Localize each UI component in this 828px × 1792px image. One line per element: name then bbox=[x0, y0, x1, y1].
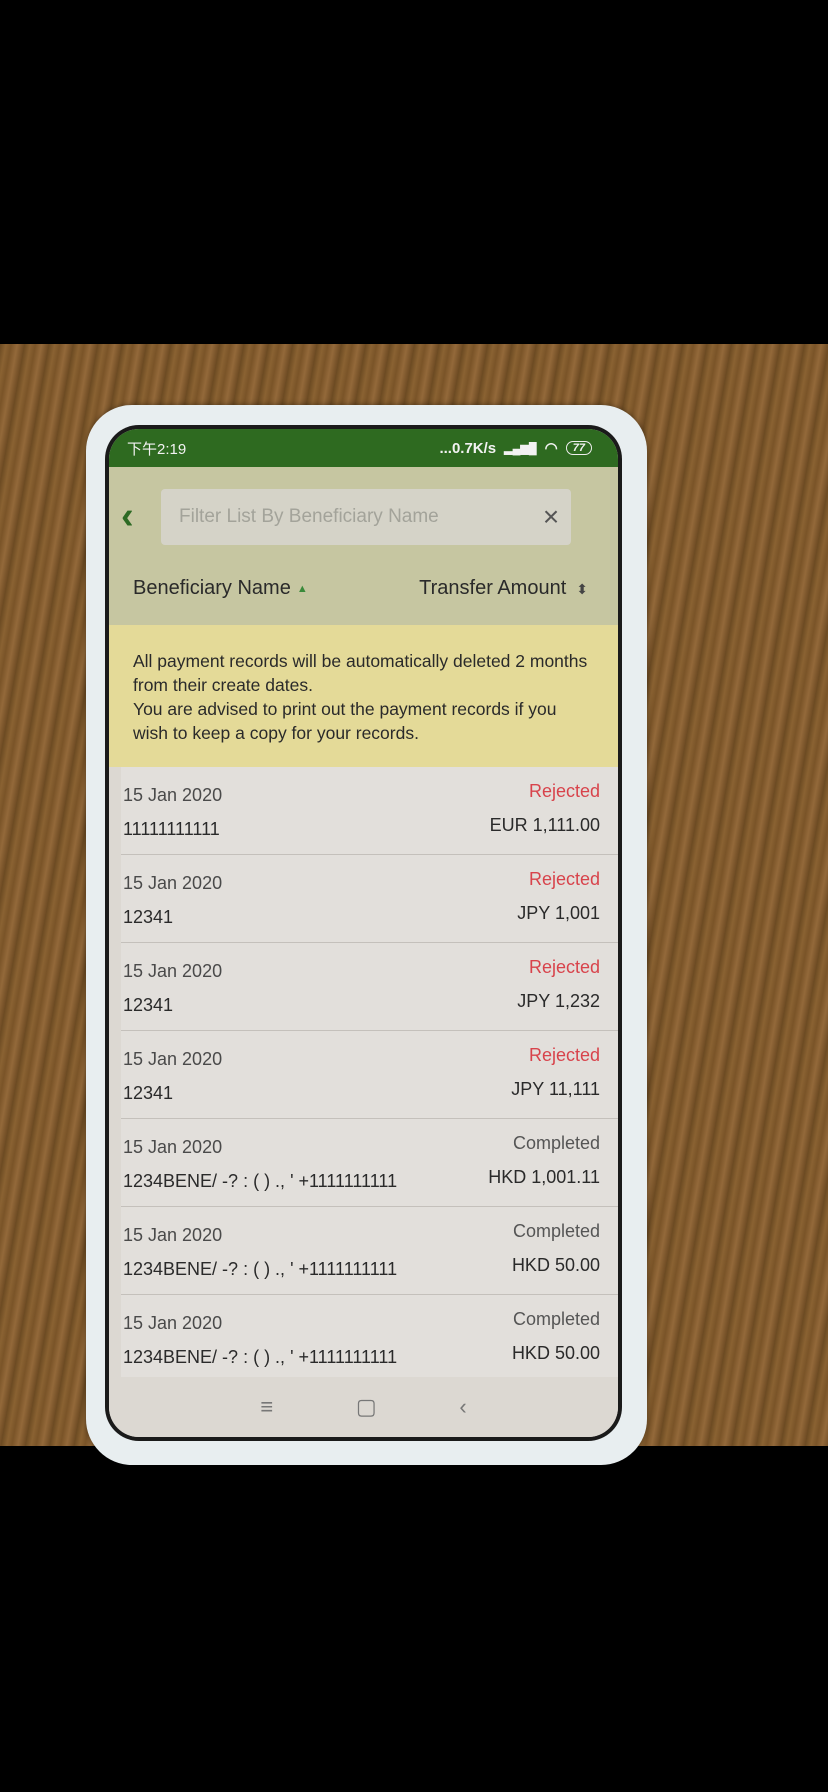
column-label: Transfer Amount bbox=[419, 577, 567, 599]
record-status: Rejected bbox=[528, 869, 600, 889]
record-amount: EUR 1,111.00 bbox=[489, 815, 600, 835]
sort-icon: ⬍ bbox=[576, 581, 588, 597]
record-date: 15 Jan 2020 bbox=[123, 1225, 223, 1245]
notice-line: You are advised to print out the payment… bbox=[133, 699, 557, 743]
record-date: 15 Jan 2020 bbox=[123, 785, 223, 805]
record-status: Rejected bbox=[528, 781, 600, 801]
sort-beneficiary-name[interactable]: Beneficiary Name ▲ bbox=[133, 577, 308, 600]
back-button[interactable]: ‹ bbox=[121, 495, 134, 538]
menu-icon[interactable]: ≡ bbox=[260, 1394, 273, 1420]
notice-banner: All payment records will be automaticall… bbox=[109, 625, 618, 767]
wifi-icon: ◠ bbox=[544, 440, 558, 457]
record-status: Rejected bbox=[528, 957, 600, 977]
status-time: 下午2:19 bbox=[127, 440, 187, 458]
column-label: Beneficiary Name bbox=[133, 577, 291, 599]
record-date: 15 Jan 2020 bbox=[123, 1049, 223, 1069]
record-status: Completed bbox=[512, 1221, 600, 1241]
record-beneficiary: 12341 bbox=[123, 1083, 174, 1103]
record-date: 15 Jan 2020 bbox=[123, 1137, 223, 1157]
record-row[interactable]: 15 Jan 2020 Rejected 11111111111 EUR 1,111.… bbox=[121, 767, 618, 855]
sort-transfer-amount[interactable]: Transfer Amount ⬍ bbox=[419, 577, 588, 600]
record-row[interactable]: 15 Jan 2020 Completed 1234BENE/ -? : ( ) .… bbox=[121, 1119, 618, 1207]
home-icon[interactable]: ▢ bbox=[356, 1394, 377, 1420]
back-nav-icon[interactable]: ‹ bbox=[459, 1394, 466, 1420]
record-amount: HKD 50.00 bbox=[511, 1255, 600, 1275]
record-amount: HKD 1,001.11 bbox=[488, 1167, 600, 1187]
battery-icon: 77 bbox=[565, 441, 592, 455]
notice-line: All payment records will be automaticall… bbox=[133, 651, 588, 695]
close-icon[interactable]: × bbox=[531, 501, 571, 533]
signal-icon: ▂▄▆█ bbox=[504, 442, 537, 455]
record-date: 15 Jan 2020 bbox=[123, 961, 223, 981]
phone-screen: 下午2:19 ...0.7K/s ▂▄▆█ ◠ 77 ‹ × Beneficia… bbox=[105, 425, 622, 1441]
record-amount: JPY 1,232 bbox=[517, 991, 600, 1011]
record-amount: JPY 1,001 bbox=[517, 903, 600, 923]
record-date: 15 Jan 2020 bbox=[123, 1313, 223, 1333]
record-amount: HKD 50.00 bbox=[511, 1343, 600, 1363]
record-row[interactable]: 15 Jan 2020 Rejected 12341 JPY 1,001 bbox=[121, 855, 618, 943]
records-list: 15 Jan 2020 Rejected 11111111111 EUR 1,111.… bbox=[109, 767, 618, 1383]
status-bar: 下午2:19 ...0.7K/s ▂▄▆█ ◠ 77 bbox=[109, 429, 618, 467]
record-row[interactable]: 15 Jan 2020 Rejected 12341 JPY 1,232 bbox=[121, 943, 618, 1031]
record-row[interactable]: 15 Jan 2020 Completed 1234BENE/ -? : ( ) .… bbox=[121, 1207, 618, 1295]
record-date: 15 Jan 2020 bbox=[123, 873, 223, 893]
record-row[interactable]: 15 Jan 2020 Completed 1234BENE/ -? : ( ) .… bbox=[121, 1295, 618, 1383]
record-beneficiary: 12341 bbox=[123, 995, 174, 1015]
network-speed: ...0.7K/s bbox=[439, 439, 497, 457]
header: ‹ × Beneficiary Name ▲ Transfer Amount ⬍ bbox=[109, 467, 618, 625]
search-input[interactable] bbox=[161, 505, 531, 529]
record-beneficiary: 1234BENE/ -? : ( ) ., ' +1111111111 bbox=[123, 1171, 398, 1191]
record-beneficiary: 12341 bbox=[123, 907, 174, 927]
record-status: Completed bbox=[512, 1133, 600, 1153]
record-beneficiary: 1234BENE/ -? : ( ) ., ' +1111111111 bbox=[123, 1347, 398, 1367]
sort-ascending-icon: ▲ bbox=[296, 582, 308, 595]
record-beneficiary: 11111111111 bbox=[123, 819, 220, 839]
record-status: Completed bbox=[512, 1309, 600, 1329]
record-row[interactable]: 15 Jan 2020 Rejected 12341 JPY 11,111 bbox=[121, 1031, 618, 1119]
nav-bar: ≡ ▢ ‹ bbox=[109, 1377, 618, 1437]
record-beneficiary: 1234BENE/ -? : ( ) ., ' +1111111111 bbox=[123, 1259, 398, 1279]
record-amount: JPY 11,111 bbox=[511, 1079, 600, 1099]
search-box: × bbox=[161, 489, 571, 545]
record-status: Rejected bbox=[528, 1045, 600, 1065]
